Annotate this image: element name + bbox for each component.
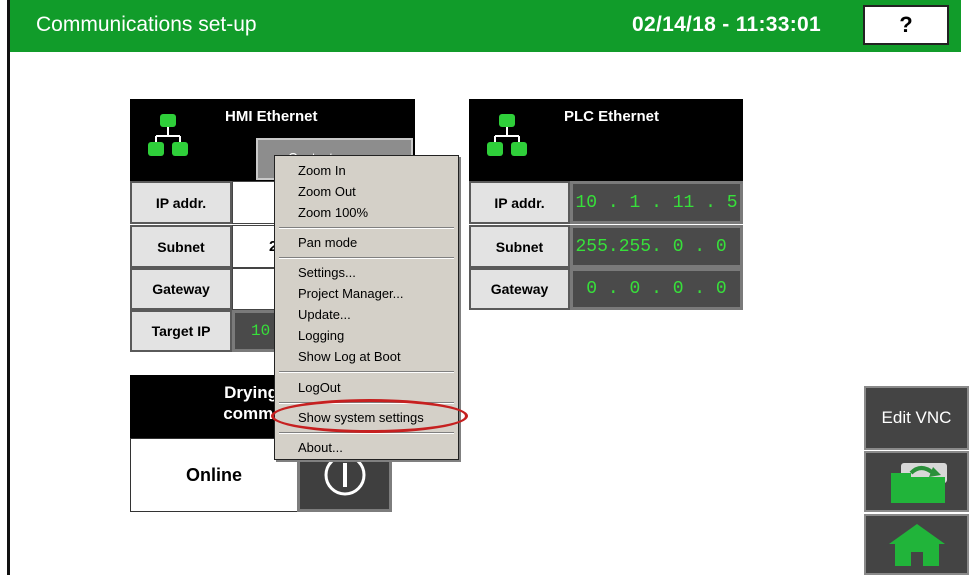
plc-gateway-label: Gateway <box>469 268 570 310</box>
hmi-subnet-field[interactable]: 2 <box>232 225 280 268</box>
hmi-gateway-label: Gateway <box>130 268 232 310</box>
menu-item-pan-mode[interactable]: Pan mode <box>298 235 357 250</box>
menu-item-zoom-out[interactable]: Zoom Out <box>298 184 356 199</box>
hmi-ethernet-title: HMI Ethernet <box>225 108 318 125</box>
menu-item-zoom-100[interactable]: Zoom 100% <box>298 205 368 220</box>
menu-separator <box>279 371 454 373</box>
refresh-icon <box>890 462 947 503</box>
left-frame-border <box>7 0 10 575</box>
highlight-annotation <box>271 399 468 433</box>
menu-separator <box>279 257 454 259</box>
menu-item-about[interactable]: About... <box>298 440 343 455</box>
home-icon <box>888 523 945 566</box>
plc-ip-label: IP addr. <box>469 181 570 224</box>
page-title: Communications set-up <box>36 13 257 36</box>
hmi-subnet-label: Subnet <box>130 225 232 268</box>
hmi-ip-label: IP addr. <box>130 181 232 224</box>
plc-ip-field[interactable]: 10 . 1 . 11 . 5 <box>570 181 743 224</box>
plc-subnet-field[interactable]: 255.255. 0 . 0 <box>570 225 743 268</box>
plc-subnet-label: Subnet <box>469 225 570 268</box>
plc-gateway-field[interactable]: 0 . 0 . 0 . 0 <box>570 268 743 310</box>
hmi-gateway-field[interactable] <box>232 268 280 310</box>
menu-item-update[interactable]: Update... <box>298 307 351 322</box>
menu-item-logout[interactable]: LogOut <box>298 380 341 395</box>
plc-ethernet-panel: PLC Ethernet <box>469 99 743 181</box>
menu-item-show-log-at-boot[interactable]: Show Log at Boot <box>298 349 401 364</box>
hmi-ip-field[interactable] <box>232 181 280 224</box>
menu-item-project-manager[interactable]: Project Manager... <box>298 286 404 301</box>
menu-separator <box>279 227 454 229</box>
menu-item-logging[interactable]: Logging <box>298 328 344 343</box>
plc-ethernet-title: PLC Ethernet <box>564 108 660 125</box>
datetime-display: 02/14/18 - 11:33:01 <box>632 13 822 36</box>
target-ip-label: Target IP <box>130 310 232 352</box>
online-status: Online <box>130 438 298 512</box>
refresh-button[interactable] <box>864 451 969 512</box>
help-button[interactable]: ? <box>863 5 949 45</box>
home-button[interactable] <box>864 514 969 575</box>
menu-item-zoom-in[interactable]: Zoom In <box>298 163 346 178</box>
network-icon <box>487 114 527 156</box>
title-bar: Communications set-up 02/14/18 - 11:33:0… <box>10 0 961 52</box>
menu-item-settings[interactable]: Settings... <box>298 265 356 280</box>
edit-vnc-button[interactable]: Edit VNC <box>864 386 969 450</box>
network-icon <box>148 114 188 156</box>
target-ip-field[interactable]: 10 <box>232 310 280 352</box>
